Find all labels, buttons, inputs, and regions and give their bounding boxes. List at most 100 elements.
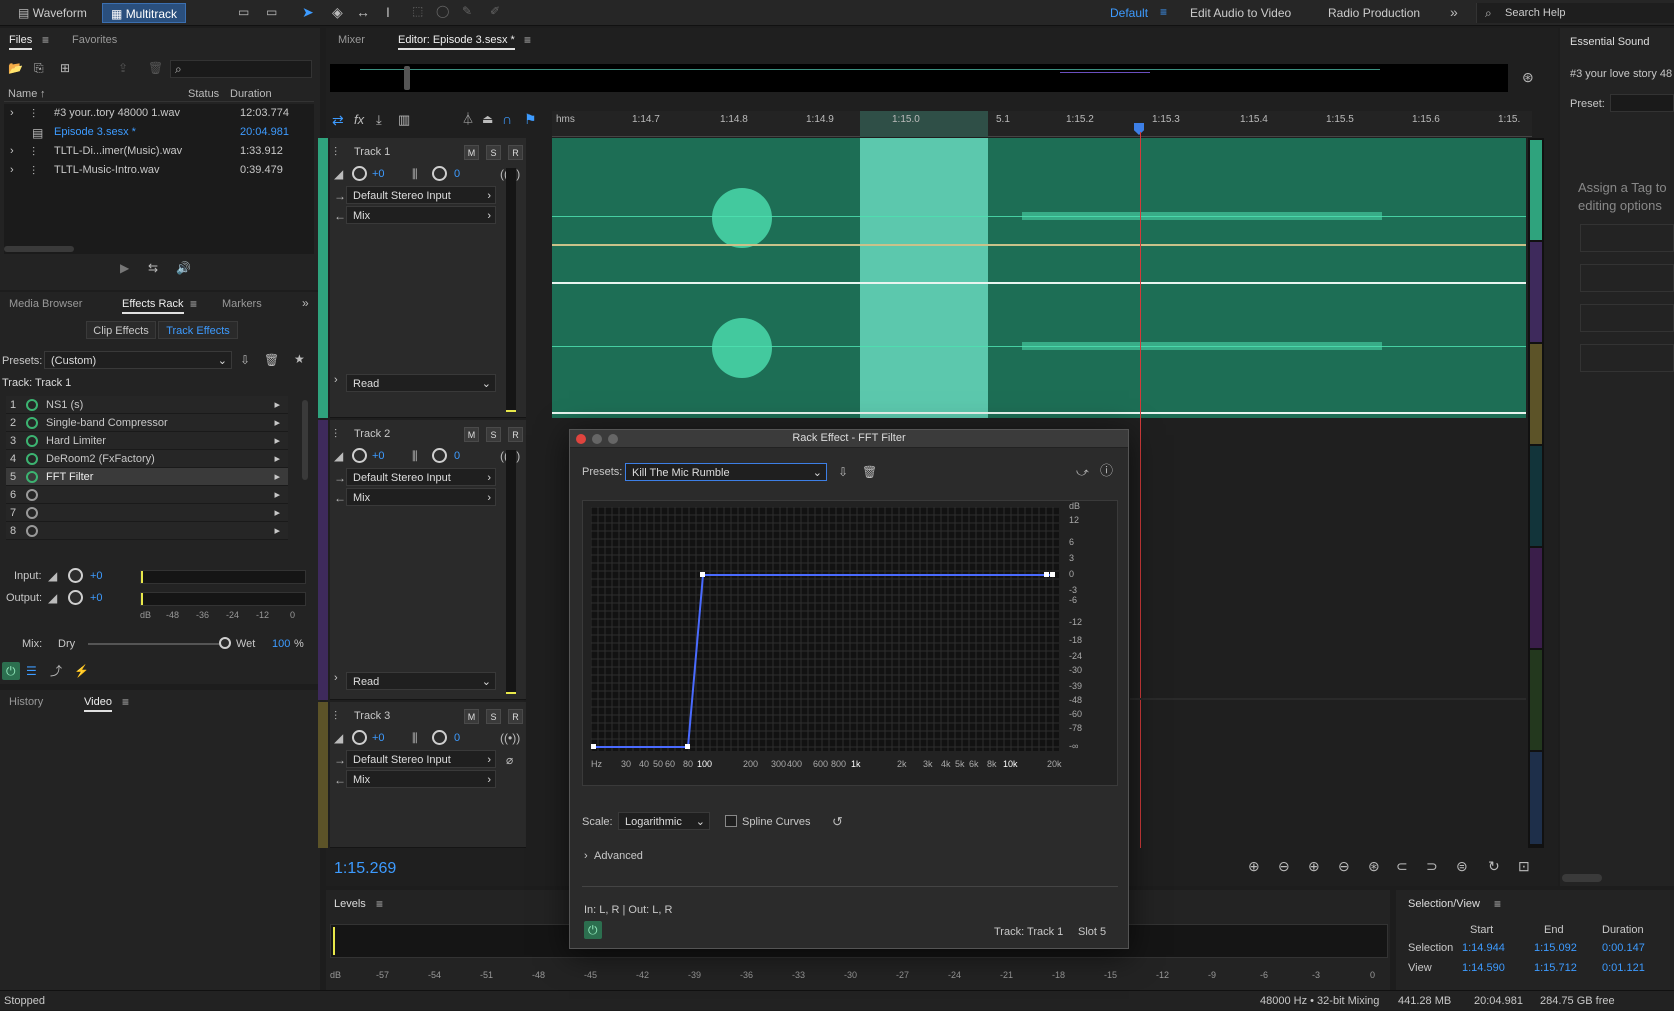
chevron-right-icon[interactable]: ▸ <box>274 396 280 414</box>
essential-scrollbar[interactable] <box>1562 874 1602 882</box>
lasso-icon[interactable]: ◯ <box>436 5 449 17</box>
marquee-icon[interactable]: ⬚ <box>412 5 423 17</box>
workspace-radio-production[interactable]: Radio Production <box>1320 3 1428 23</box>
track-output-select[interactable]: Mix › <box>346 770 496 788</box>
track-grip-icon[interactable]: ⫶ <box>334 428 337 440</box>
list-icon[interactable]: ☰ <box>26 665 37 677</box>
track-input-select[interactable]: Default Stereo Input › <box>346 750 496 768</box>
fft-graph[interactable] <box>591 507 1059 751</box>
ruler-selection[interactable] <box>860 111 988 137</box>
spectral-icon[interactable]: ▭ <box>238 6 249 18</box>
current-time[interactable]: 1:15.269 <box>334 860 396 878</box>
marker-icon[interactable]: ⚑ <box>524 112 537 126</box>
track-grip-icon[interactable]: ⫶ <box>334 146 337 158</box>
tab-favorites[interactable]: Favorites <box>64 28 125 52</box>
playhead[interactable] <box>1140 132 1141 848</box>
effect-slot[interactable]: 2 Single-band Compressor ▸ <box>6 414 288 432</box>
volume-knob[interactable] <box>352 730 367 745</box>
file-row[interactable]: › ⫶ #3 your..tory 48000 1.wav 12:03.774 <box>4 104 314 122</box>
mute-button[interactable]: M <box>464 145 479 160</box>
panel-menu-icon[interactable]: ≡ <box>42 34 49 46</box>
delete-icon[interactable]: 🗑 <box>148 62 163 74</box>
effect-power-button[interactable]: ⏻ <box>584 921 602 939</box>
tab-effects-rack[interactable]: Effects Rack <box>114 292 192 316</box>
effect-slot-selected[interactable]: 5 FFT Filter ▸ <box>6 468 288 486</box>
playhead-marker[interactable] <box>1134 123 1144 135</box>
power-icon[interactable] <box>26 525 38 537</box>
track-output-select[interactable]: Mix › <box>346 488 496 506</box>
info-icon[interactable]: ⓘ <box>1100 464 1113 477</box>
effect-slot[interactable]: 8 ▸ <box>6 522 288 540</box>
solo-button[interactable]: S <box>486 427 501 442</box>
effect-slot[interactable]: 4 DeRoom2 (FxFactory) ▸ <box>6 450 288 468</box>
rack-presets-select[interactable]: (Custom) ⌄ <box>44 351 232 369</box>
time-ruler[interactable]: hms 1:14.7 1:14.8 1:14.9 1:15.0 5.1 1:15… <box>552 111 1532 137</box>
files-scrollbar[interactable] <box>4 246 74 252</box>
zoom-full-icon[interactable]: ⊛ <box>1368 859 1380 873</box>
track-name[interactable]: Track 3 <box>354 710 390 722</box>
advanced-label[interactable]: Advanced <box>594 850 643 862</box>
output-gain-knob[interactable] <box>68 590 83 605</box>
tab-markers[interactable]: Markers <box>214 292 270 316</box>
solo-button[interactable]: S <box>486 709 501 724</box>
move-tool-icon[interactable]: ➤ <box>302 5 314 19</box>
automation-mode-select[interactable]: Read ⌄ <box>346 374 496 392</box>
panel-menu-icon[interactable]: ≡ <box>376 898 383 910</box>
workspace-default[interactable]: Default <box>1102 3 1156 23</box>
zoom-out-amplitude-icon[interactable]: ⊖ <box>1278 859 1290 873</box>
track-output-select[interactable]: Mix › <box>346 206 496 224</box>
workspace-menu-icon[interactable]: ≡ <box>1160 6 1167 18</box>
more-panels-icon[interactable]: » <box>302 297 309 309</box>
overview-bar[interactable] <box>330 64 1508 92</box>
sends-icon[interactable]: ⤓ <box>376 113 382 126</box>
tab-history[interactable]: History <box>1 690 51 714</box>
volume-envelope[interactable] <box>552 244 1526 246</box>
zoom-in-amplitude-icon[interactable]: ⊕ <box>1248 859 1260 873</box>
zoom-out-time-icon[interactable]: ⊖ <box>1338 859 1350 873</box>
track-effects-tab[interactable]: Track Effects <box>158 321 238 339</box>
play-icon[interactable]: ▶ <box>120 262 129 274</box>
phase-icon[interactable]: ⌀ <box>506 754 513 766</box>
metronome-icon[interactable]: ⏃ <box>462 113 474 125</box>
insert-effect-icon[interactable]: ⤴ <box>50 665 62 677</box>
zoom-navigator-icon[interactable]: ⊛ <box>1522 70 1534 84</box>
import-icon[interactable]: ⎘ <box>34 62 44 74</box>
tab-media-browser[interactable]: Media Browser <box>1 292 90 316</box>
favorite-icon[interactable]: ★ <box>294 353 305 365</box>
file-row[interactable]: ▤ Episode 3.sesx * 20:04.981 <box>4 123 314 141</box>
chevron-right-icon[interactable]: ▸ <box>274 432 280 450</box>
dialog-presets-select[interactable]: Kill The Mic Rumble ⌄ <box>625 463 827 481</box>
power-icon[interactable] <box>26 453 38 465</box>
volume-knob[interactable] <box>352 166 367 181</box>
tab-mixer[interactable]: Mixer <box>330 28 373 52</box>
zoom-in-time-icon[interactable]: ⊕ <box>1308 859 1320 873</box>
volume-knob[interactable] <box>352 448 367 463</box>
panel-menu-icon[interactable]: ≡ <box>1494 898 1501 910</box>
eq-icon[interactable]: ▥ <box>398 113 410 126</box>
open-file-icon[interactable]: 📂 <box>8 62 23 74</box>
new-file-icon[interactable]: ⊞ <box>60 62 70 74</box>
power-icon[interactable] <box>26 435 38 447</box>
track-name[interactable]: Track 2 <box>354 428 390 440</box>
chevron-right-icon[interactable]: ▸ <box>274 450 280 468</box>
power-icon[interactable] <box>26 507 38 519</box>
dialog-titlebar[interactable]: Rack Effect - FFT Filter <box>570 430 1128 448</box>
chevron-right-icon[interactable]: ▸ <box>274 468 280 486</box>
waveform-view-button[interactable]: ▤ Waveform <box>10 3 95 23</box>
tag-button-sfx[interactable] <box>1580 304 1674 332</box>
pan-knob[interactable] <box>432 448 447 463</box>
effect-slot[interactable]: 3 Hard Limiter ▸ <box>6 432 288 450</box>
tag-button-music[interactable] <box>1580 264 1674 292</box>
file-row[interactable]: › ⫶ TLTL-Di...imer(Music).wav 1:33.912 <box>4 142 314 160</box>
tag-button-dialogue[interactable] <box>1580 224 1674 252</box>
mute-button[interactable]: M <box>464 709 479 724</box>
autoplay-icon[interactable]: 🔊 <box>176 262 191 274</box>
track-grip-icon[interactable]: ⫶ <box>334 710 337 722</box>
zoom-reset-icon[interactable]: ↻ <box>1488 859 1500 873</box>
stereo-icon[interactable]: ((•)) <box>500 732 520 744</box>
tag-button-ambience[interactable] <box>1580 344 1674 372</box>
spline-curves-checkbox[interactable] <box>725 815 737 827</box>
curve-point[interactable] <box>1050 572 1055 577</box>
time-selection[interactable] <box>860 138 988 418</box>
time-selection-icon[interactable]: I <box>386 5 390 19</box>
